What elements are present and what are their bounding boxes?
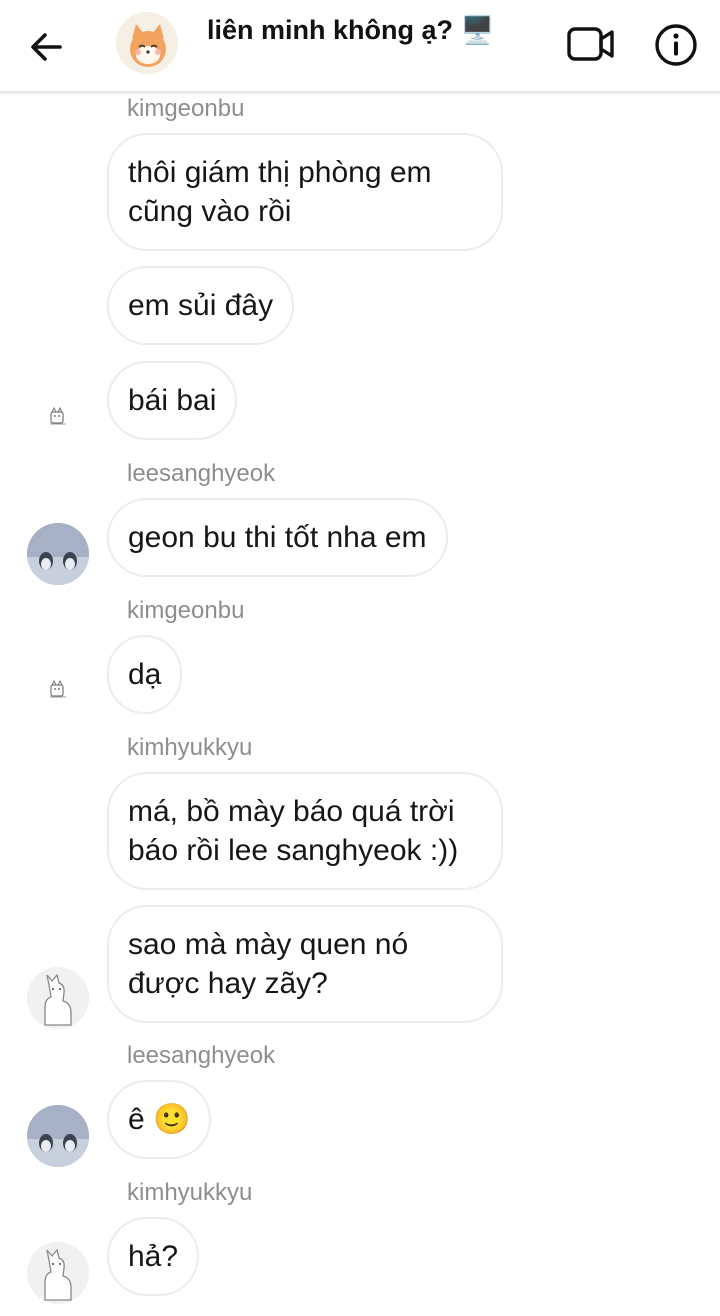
chat-header: liên minh không ạ? 🖥️ bbox=[0, 0, 720, 93]
message-bubble[interactable]: thôi giám thị phòng em cũng vào rồi bbox=[107, 133, 503, 251]
sender-avatar[interactable] bbox=[27, 1242, 89, 1304]
message-line: hả? bbox=[128, 1240, 179, 1273]
message-line: má, bồ mày báo quá trời bbox=[128, 795, 455, 828]
back-arrow-icon[interactable] bbox=[26, 26, 68, 68]
message-line: dạ bbox=[128, 658, 162, 691]
message-line: cũng vào rồi bbox=[128, 195, 292, 228]
info-icon[interactable] bbox=[654, 23, 698, 67]
sender-name: kimhyukkyu bbox=[127, 734, 253, 761]
sender-name: kimgeonbu bbox=[127, 95, 245, 122]
sender-name: leesanghyeok bbox=[127, 460, 276, 487]
sender-avatar[interactable] bbox=[27, 967, 89, 1029]
group-avatar[interactable] bbox=[116, 12, 178, 74]
message-bubble[interactable]: dạ bbox=[107, 635, 183, 714]
message-bubble[interactable]: ê 🙂 bbox=[107, 1080, 212, 1159]
message-bubble[interactable]: em sủi đây bbox=[107, 266, 295, 345]
message-line: sao mà mày quen nó bbox=[128, 928, 409, 961]
message-bubble[interactable]: bái bai bbox=[107, 361, 238, 440]
sender-avatar-icon[interactable] bbox=[47, 405, 69, 427]
message-line: geon bu thi tốt nha em bbox=[128, 521, 427, 554]
conversation-title[interactable]: liên minh không ạ? 🖥️ bbox=[207, 14, 494, 46]
message-line: ê 🙂 bbox=[128, 1103, 191, 1136]
message-bubble[interactable]: geon bu thi tốt nha em bbox=[107, 498, 448, 577]
message-bubble[interactable]: hả? bbox=[107, 1217, 200, 1296]
message-line: em sủi đây bbox=[128, 289, 274, 322]
message-line: báo rồi lee sanghyeok :)) bbox=[128, 834, 459, 867]
message-line: được hay zãy? bbox=[128, 967, 328, 1000]
sender-name: leesanghyeok bbox=[127, 1042, 276, 1069]
sender-name: kimgeonbu bbox=[127, 597, 245, 624]
message-line: bái bai bbox=[128, 384, 217, 417]
message-bubble[interactable]: má, bồ mày báo quá trời báo rồi lee sang… bbox=[107, 772, 503, 890]
sender-avatar-icon[interactable] bbox=[47, 678, 69, 700]
sender-name: kimhyukkyu bbox=[127, 1179, 253, 1206]
message-line: thôi giám thị phòng em bbox=[128, 156, 432, 189]
sender-avatar[interactable] bbox=[27, 523, 89, 585]
sender-avatar[interactable] bbox=[27, 1105, 89, 1167]
video-call-icon[interactable] bbox=[566, 24, 616, 64]
message-bubble[interactable]: sao mà mày quen nó được hay zãy? bbox=[107, 905, 503, 1023]
